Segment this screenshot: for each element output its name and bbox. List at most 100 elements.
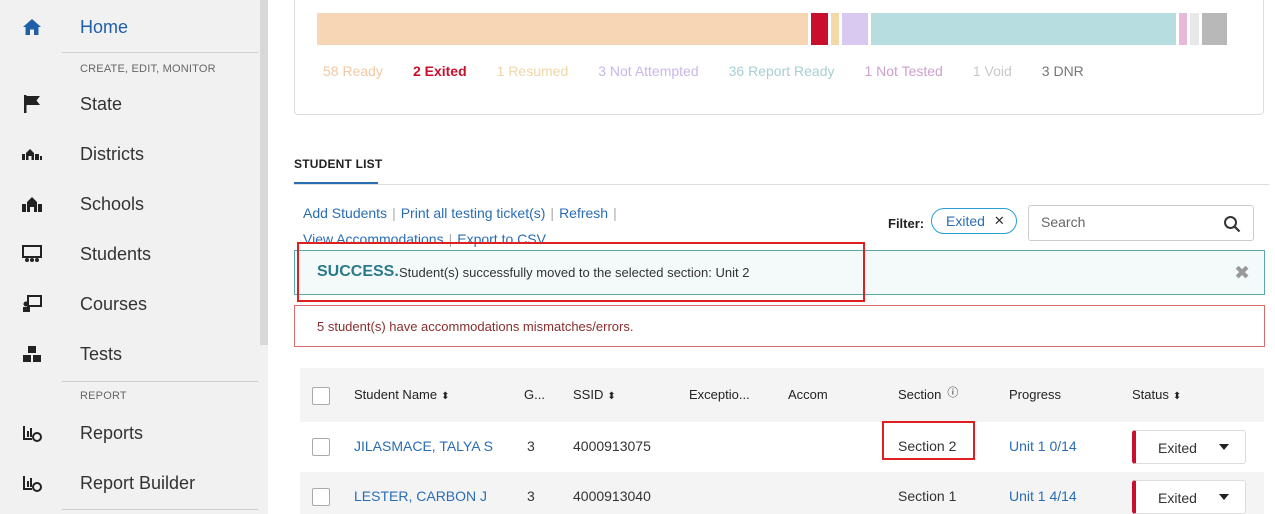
- student-name-link[interactable]: JILASMACE, TALYA S: [354, 438, 493, 454]
- status-bar-segment[interactable]: [842, 13, 868, 45]
- report-builder-icon: [22, 473, 42, 493]
- status-bar: [317, 13, 1227, 45]
- header-exceptions[interactable]: Exceptio...: [689, 387, 750, 402]
- print-tickets-link[interactable]: Print all testing ticket(s): [401, 205, 546, 221]
- sidebar-item-label: Schools: [80, 193, 145, 214]
- legend-item[interactable]: 2 Exited: [413, 63, 467, 79]
- select-all-checkbox[interactable]: [312, 387, 330, 405]
- section-heading-create: CREATE, EDIT, MONITOR: [80, 63, 216, 75]
- error-alert: 5 student(s) have accommodations mismatc…: [294, 305, 1265, 347]
- section-cell: Section 1: [898, 488, 957, 504]
- header-grade[interactable]: G...: [524, 387, 545, 402]
- caret-down-icon: [1219, 444, 1229, 450]
- filter-chip-label: Exited: [946, 213, 985, 229]
- legend-item[interactable]: 58 Ready: [323, 63, 383, 79]
- row-checkbox[interactable]: [312, 438, 330, 456]
- tests-icon: [22, 344, 42, 364]
- status-value: Exited: [1158, 490, 1197, 506]
- sidebar-item-label: Report Builder: [80, 472, 196, 493]
- progress-link[interactable]: Unit 1 4/14: [1009, 488, 1077, 504]
- courses-icon: [22, 294, 42, 314]
- separator: |: [550, 205, 555, 221]
- error-message: 5 student(s) have accommodations mismatc…: [317, 319, 634, 334]
- status-dropdown[interactable]: Exited: [1132, 480, 1246, 514]
- separator: |: [392, 205, 396, 221]
- sidebar-item-label: Reports: [80, 422, 144, 443]
- sort-icon: ⬍: [1172, 391, 1182, 402]
- table-row: LESTER, CARBON J 3 4000913040 Section 1 …: [300, 472, 1264, 514]
- ssid-cell: 4000913075: [573, 438, 651, 454]
- status-bar-segment[interactable]: [870, 13, 1176, 45]
- student-table: Student Name ⬍ G... SSID ⬍ Exceptio... Acc…: [300, 368, 1264, 514]
- divider: [62, 509, 258, 510]
- reports-icon: [22, 423, 42, 443]
- sidebar-item-students[interactable]: Students: [0, 229, 258, 279]
- legend-item[interactable]: 36 Report Ready: [729, 63, 835, 79]
- header-student-name[interactable]: Student Name ⬍: [354, 387, 450, 402]
- status-bar-segment[interactable]: [1190, 13, 1199, 45]
- status-bar-segment[interactable]: [1201, 13, 1227, 45]
- sidebar-item-state[interactable]: State: [0, 79, 258, 129]
- filter-chip-exited[interactable]: Exited ✕: [931, 208, 1017, 234]
- close-icon[interactable]: ✖: [1234, 262, 1250, 285]
- sidebar-scrollbar[interactable]: [260, 0, 268, 345]
- districts-icon: [22, 144, 42, 164]
- sidebar-item-courses[interactable]: Courses: [0, 279, 258, 329]
- legend-item[interactable]: 3 DNR: [1042, 63, 1084, 79]
- legend-item[interactable]: 1 Not Tested: [864, 63, 942, 79]
- status-bar-segment[interactable]: [831, 13, 840, 45]
- header-section[interactable]: Section ⓘ: [898, 387, 958, 403]
- sidebar-item-label: Students: [80, 243, 152, 264]
- status-bar-segment[interactable]: [317, 13, 809, 45]
- grade-cell: 3: [527, 438, 535, 454]
- refresh-link[interactable]: Refresh: [559, 205, 608, 221]
- tab-student-list[interactable]: STUDENT LIST: [294, 157, 382, 171]
- sidebar-item-schools[interactable]: Schools: [0, 179, 258, 229]
- sort-icon: ⬍: [441, 391, 450, 402]
- schools-icon: [22, 194, 42, 214]
- table-header: Student Name ⬍ G... SSID ⬍ Exceptio... Acc…: [300, 368, 1264, 422]
- status-bar-segment[interactable]: [1178, 13, 1188, 45]
- divider: [62, 52, 258, 53]
- student-name-link[interactable]: LESTER, CARBON J: [354, 488, 487, 504]
- filter-label: Filter:: [888, 216, 925, 231]
- caret-down-icon: [1219, 494, 1229, 500]
- progress-link[interactable]: Unit 1 0/14: [1009, 438, 1077, 454]
- sidebar-item-label: State: [80, 93, 123, 114]
- separator: |: [613, 205, 617, 221]
- header-accom[interactable]: Accom: [788, 387, 828, 402]
- add-students-link[interactable]: Add Students: [303, 205, 387, 221]
- status-bar-segment[interactable]: [811, 13, 828, 45]
- legend-item[interactable]: 1 Void: [973, 63, 1012, 79]
- students-icon: [22, 244, 42, 264]
- header-status[interactable]: Status ⬍: [1132, 387, 1181, 402]
- sort-icon: ⬍: [607, 391, 616, 402]
- search-icon[interactable]: [1223, 215, 1241, 233]
- highlight-box: [882, 421, 975, 460]
- sidebar-item-tests[interactable]: Tests: [0, 329, 258, 379]
- home-icon: [22, 17, 42, 37]
- table-row: JILASMACE, TALYA S 3 4000913075 Section …: [300, 422, 1264, 472]
- close-icon[interactable]: ✕: [994, 213, 1005, 229]
- sidebar-item-label: Courses: [80, 293, 148, 314]
- grade-cell: 3: [527, 488, 535, 504]
- sidebar-item-home[interactable]: Home: [0, 2, 258, 52]
- legend-item[interactable]: 1 Resumed: [497, 63, 569, 79]
- sidebar-item-label: Home: [80, 16, 129, 37]
- header-progress: Progress: [1009, 387, 1062, 402]
- header-ssid[interactable]: SSID ⬍: [573, 387, 616, 402]
- sidebar-item-report-builder[interactable]: Report Builder: [0, 458, 258, 508]
- sidebar-item-reports[interactable]: Reports: [0, 408, 258, 458]
- status-dropdown[interactable]: Exited: [1132, 430, 1246, 464]
- ssid-cell: 4000913040: [573, 488, 651, 504]
- test-summary-card: 58 Ready 2 Exited 1 Resumed 3 Not Attempted…: [294, 0, 1264, 115]
- search-input[interactable]: [1041, 214, 1211, 230]
- row-checkbox[interactable]: [312, 488, 330, 506]
- flag-icon: [22, 94, 42, 114]
- legend-item[interactable]: 3 Not Attempted: [598, 63, 698, 79]
- sidebar-item-label: Tests: [80, 343, 123, 364]
- info-icon[interactable]: ⓘ: [947, 387, 958, 399]
- sidebar-item-districts[interactable]: Districts: [0, 129, 258, 179]
- section-heading-report: REPORT: [80, 390, 127, 402]
- search-box[interactable]: [1028, 205, 1254, 241]
